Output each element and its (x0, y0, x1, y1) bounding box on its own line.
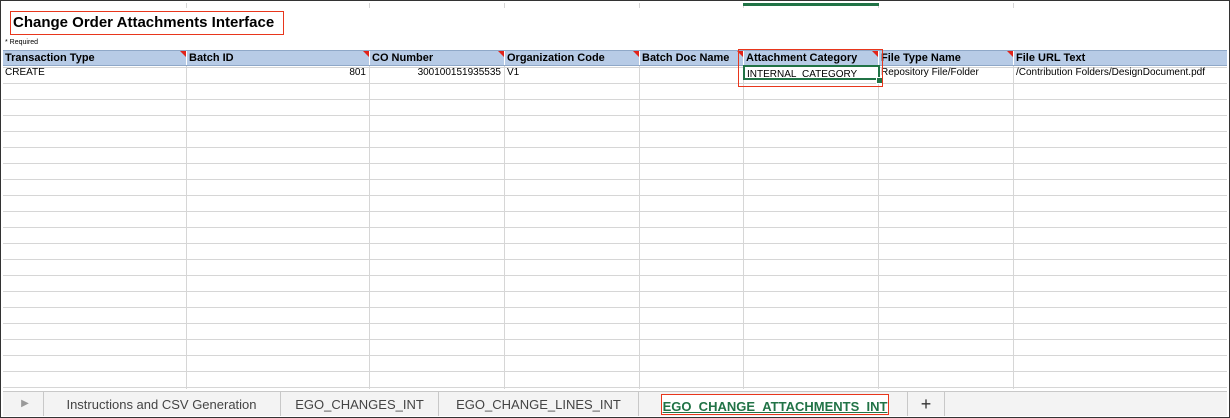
cell-file-url-text[interactable]: /Contribution Folders/DesignDocument.pdf (1014, 65, 1227, 80)
header-transaction-type[interactable]: Transaction Type (3, 51, 187, 65)
add-sheet-button[interactable]: + (907, 392, 945, 416)
comment-indicator-icon[interactable] (737, 51, 743, 57)
comment-indicator-icon[interactable] (633, 51, 639, 57)
selected-column-indicator (743, 3, 879, 6)
header-organization-code[interactable]: Organization Code (505, 51, 640, 65)
worksheet-grid[interactable]: Change Order Attachments Interface * Req… (3, 3, 1227, 389)
comment-indicator-icon[interactable] (363, 51, 369, 57)
comment-indicator-icon[interactable] (498, 51, 504, 57)
column-header-row: Transaction Type Batch ID CO Number Orga… (3, 50, 1227, 66)
cell-transaction-type[interactable]: CREATE (3, 65, 187, 80)
sheet-tab-bar: ▶ Instructions and CSV Generation EGO_CH… (3, 391, 1227, 416)
cell-organization-code[interactable]: V1 (505, 65, 640, 80)
table-row: CREATE 801 300100151935535 V1 INTERNAL_C… (3, 65, 1227, 80)
cell-batch-id[interactable]: 801 (187, 65, 370, 80)
title-area: Change Order Attachments Interface * Req… (3, 3, 1227, 51)
comment-indicator-icon[interactable] (180, 51, 186, 57)
header-file-url-text[interactable]: File URL Text (1014, 51, 1227, 65)
play-triangle-icon[interactable]: ▶ (7, 392, 44, 416)
comment-indicator-icon[interactable] (1007, 51, 1013, 57)
tab-instructions[interactable]: Instructions and CSV Generation (43, 392, 281, 416)
comment-indicator-icon[interactable] (872, 51, 878, 57)
cell-co-number[interactable]: 300100151935535 (370, 65, 505, 80)
cell-attachment-category[interactable]: INTERNAL_CATEGORY (743, 65, 880, 80)
tab-ego-change-lines-int[interactable]: EGO_CHANGE_LINES_INT (439, 392, 639, 416)
required-note: * Required (5, 39, 39, 46)
cell-batch-doc-name[interactable] (640, 65, 744, 80)
sheet-title: Change Order Attachments Interface (10, 11, 284, 35)
spreadsheet-window: Change Order Attachments Interface * Req… (0, 0, 1230, 418)
header-attachment-category[interactable]: Attachment Category (744, 51, 879, 65)
header-file-type-name[interactable]: File Type Name (879, 51, 1014, 65)
header-co-number[interactable]: CO Number (370, 51, 505, 65)
cell-file-type-name[interactable]: Repository File/Folder (879, 65, 1014, 80)
fill-handle[interactable] (876, 77, 883, 84)
header-batch-id[interactable]: Batch ID (187, 51, 370, 65)
tab-ego-change-attachments-int[interactable]: EGO_CHANGE_ATTACHMENTS_INT (661, 394, 889, 415)
tab-ego-changes-int[interactable]: EGO_CHANGES_INT (281, 392, 439, 416)
header-batch-doc-name[interactable]: Batch Doc Name (640, 51, 744, 65)
